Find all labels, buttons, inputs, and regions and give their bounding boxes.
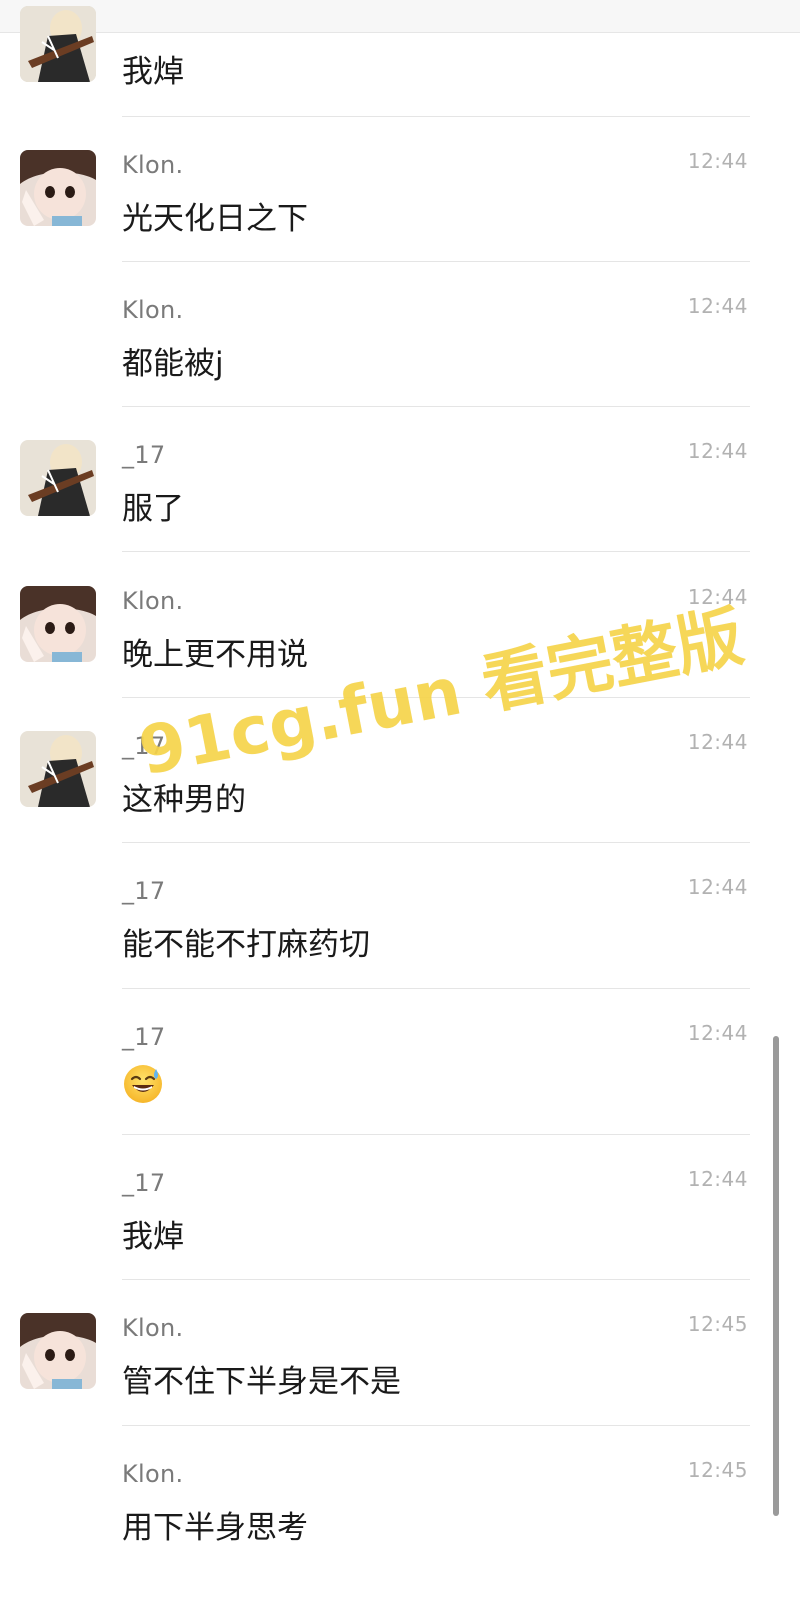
row-divider [122, 1134, 750, 1135]
message-time: 12:44 [687, 149, 748, 173]
grinning-face-with-sweat-icon [122, 1063, 164, 1105]
avatar-17[interactable] [20, 6, 96, 82]
scrollbar[interactable] [773, 1036, 779, 1516]
row-divider [122, 842, 750, 843]
message-text: 服了 [122, 491, 184, 527]
message-time: 12:44 [687, 730, 748, 754]
message-time: 12:44 [687, 439, 748, 463]
sender-name: Klon. [122, 1314, 184, 1342]
message-text: 晚上更不用说 [122, 637, 308, 673]
sender-name: Klon. [122, 587, 184, 615]
sender-name: _17 [122, 732, 166, 760]
sender-name: _17 [122, 877, 166, 905]
message-text: 这种男的 [122, 782, 246, 818]
avatar-klon[interactable] [20, 586, 96, 662]
message-text: 我焯 [122, 1219, 184, 1255]
sender-name: _17 [122, 1023, 166, 1051]
avatar-klon[interactable] [20, 1313, 96, 1389]
avatar-17[interactable] [20, 731, 96, 807]
message-text: 能不能不打麻药切 [122, 927, 370, 963]
message-list[interactable]: 我焯 Klon. 12:44 光天化日之下 Klon. 12:44 都能被j _… [0, 0, 800, 1598]
message-time: 12:44 [687, 875, 748, 899]
sender-name: Klon. [122, 151, 184, 179]
message-time: 12:45 [687, 1312, 748, 1336]
row-divider [122, 261, 750, 262]
sender-name: _17 [122, 441, 166, 469]
sender-name: Klon. [122, 1460, 184, 1488]
message-time: 12:44 [687, 1167, 748, 1191]
message-text: 管不住下半身是不是 [122, 1364, 401, 1400]
message-time: 12:44 [687, 294, 748, 318]
message-time: 12:44 [687, 585, 748, 609]
row-divider [122, 406, 750, 407]
row-divider [122, 1279, 750, 1280]
avatar-17[interactable] [20, 440, 96, 516]
message-time: 12:45 [687, 1458, 748, 1482]
row-divider [122, 1425, 750, 1426]
sender-name: _17 [122, 1169, 166, 1197]
message-text: 都能被j [122, 346, 224, 382]
message-text: 用下半身思考 [122, 1510, 308, 1546]
message-text: 光天化日之下 [122, 201, 308, 237]
row-divider [122, 551, 750, 552]
sender-name: Klon. [122, 296, 184, 324]
row-divider [122, 697, 750, 698]
row-divider [122, 988, 750, 989]
row-divider [122, 116, 750, 117]
message-text: 我焯 [122, 54, 184, 90]
message-time: 12:44 [687, 1021, 748, 1045]
avatar-klon[interactable] [20, 150, 96, 226]
